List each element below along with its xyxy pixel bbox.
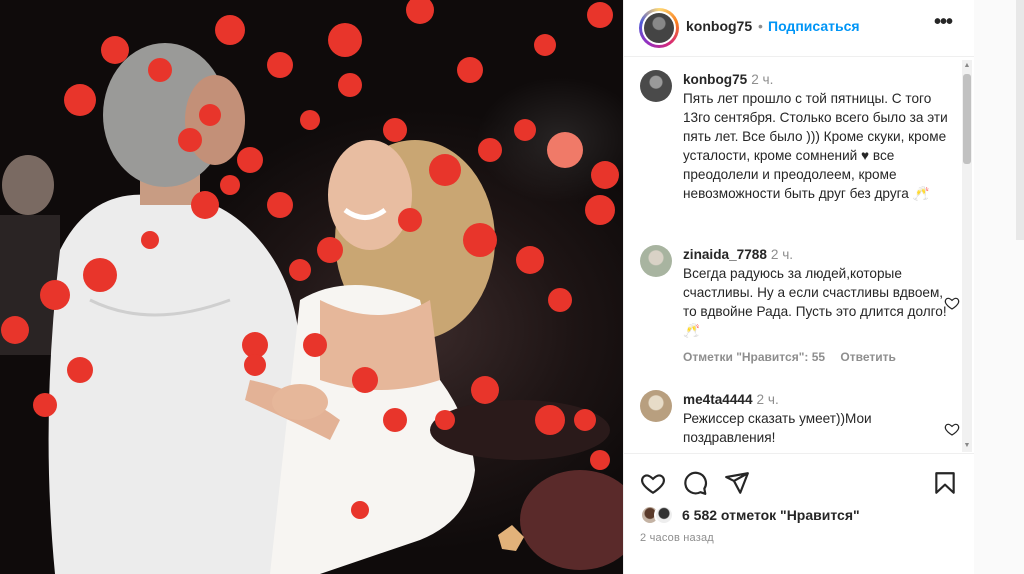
caption-time: 2 ч. — [751, 72, 774, 87]
reply-button[interactable]: Ответить — [840, 350, 895, 364]
comment-time: 2 ч. — [756, 392, 779, 407]
comments-list[interactable]: konbog75 2 ч. Пять лет прошло с той пятни… — [624, 57, 975, 453]
caption-username[interactable]: konbog75 — [683, 72, 747, 87]
more-options-icon[interactable]: ••• — [934, 11, 953, 34]
post-photo[interactable] — [0, 0, 623, 574]
likes-count[interactable]: 6 582 отметок "Нравится" — [682, 507, 860, 523]
post-timestamp[interactable]: 2 часов назад — [640, 532, 714, 544]
comment-username[interactable]: me4ta4444 — [683, 392, 753, 407]
page-scroll-edge — [974, 0, 1024, 574]
scroll-up-arrow-icon[interactable]: ▲ — [963, 62, 971, 70]
liker-avatar[interactable] — [654, 505, 674, 525]
comments-scrollbar[interactable]: ▲ ▼ — [962, 60, 972, 452]
comment-icon[interactable] — [682, 470, 708, 496]
post-side-panel: konbog75 • Подписаться ••• konbog75 2 ч. … — [623, 0, 975, 574]
scroll-down-arrow-icon[interactable]: ▼ — [963, 442, 971, 450]
like-comment-heart-icon[interactable] — [944, 421, 960, 437]
comment-avatar[interactable] — [640, 245, 672, 277]
comment-likes-count[interactable]: Отметки "Нравится": 55 — [683, 350, 825, 364]
bookmark-icon[interactable] — [932, 470, 958, 496]
author-username[interactable]: konbog75 — [686, 18, 752, 34]
author-avatar[interactable] — [639, 8, 679, 48]
share-icon[interactable] — [724, 470, 750, 496]
like-comment-heart-icon[interactable] — [944, 295, 960, 311]
follow-button[interactable]: Подписаться — [768, 18, 860, 34]
scrollbar-thumb[interactable] — [963, 74, 971, 164]
caption-text: Пять лет прошло с той пятницы. С того 13… — [683, 91, 948, 201]
comment-username[interactable]: zinaida_7788 — [683, 247, 767, 262]
comment-text: Всегда радуюсь за людей,которые счастлив… — [683, 266, 947, 338]
post-header: konbog75 • Подписаться ••• — [624, 0, 975, 57]
comment-text: Режиссер сказать умеет))Мои поздравления… — [683, 411, 872, 445]
page-scrollbar[interactable] — [1016, 0, 1024, 240]
caption-avatar[interactable] — [640, 70, 672, 102]
comment-time: 2 ч. — [770, 247, 794, 262]
heart-icon[interactable] — [640, 470, 666, 496]
photo-illustration — [0, 0, 623, 574]
separator-dot: • — [758, 18, 763, 34]
comment-avatar[interactable] — [640, 390, 672, 422]
post-actions: 6 582 отметок "Нравится" 2 часов назад — [624, 453, 975, 574]
